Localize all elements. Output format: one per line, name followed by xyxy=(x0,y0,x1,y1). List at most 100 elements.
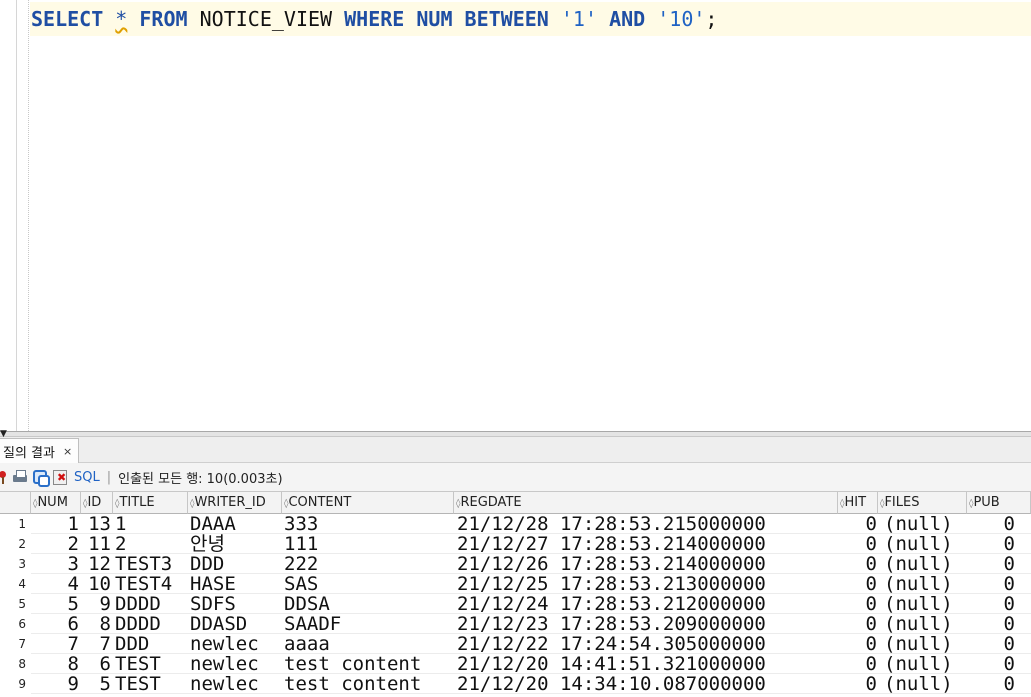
cell-id[interactable]: 5 xyxy=(81,674,111,694)
row-number[interactable]: 3 xyxy=(0,554,31,574)
cell-hit[interactable]: 0 xyxy=(838,554,877,574)
cell-title[interactable]: TEST3 xyxy=(115,554,187,574)
cell-regdate[interactable]: 21/12/28 17:28:53.215000000 xyxy=(457,514,837,534)
sql-link[interactable]: SQL xyxy=(74,470,100,485)
cell-id[interactable]: 11 xyxy=(81,534,111,554)
cell-regdate[interactable]: 21/12/24 17:28:53.212000000 xyxy=(457,594,837,614)
cell-title[interactable]: TEST4 xyxy=(115,574,187,594)
cell-num[interactable]: 9 xyxy=(31,674,79,694)
cell-regdate[interactable]: 21/12/20 14:34:10.087000000 xyxy=(457,674,837,694)
cell-pub[interactable]: 0 xyxy=(967,574,1015,594)
cell-content[interactable]: SAS xyxy=(284,574,454,594)
cell-files[interactable]: (null) xyxy=(884,574,970,594)
cell-files[interactable]: (null) xyxy=(884,514,970,534)
cell-regdate[interactable]: 21/12/20 14:41:51.321000000 xyxy=(457,654,837,674)
cell-title[interactable]: TEST xyxy=(115,654,187,674)
cell-title[interactable]: DDDD xyxy=(115,594,187,614)
cell-content[interactable]: SAADF xyxy=(284,614,454,634)
cell-title[interactable]: DDD xyxy=(115,634,187,654)
cell-num[interactable]: 7 xyxy=(31,634,79,654)
cell-content[interactable]: test content xyxy=(284,654,454,674)
cell-writer-id[interactable]: newlec xyxy=(190,634,282,654)
row-number[interactable]: 5 xyxy=(0,594,31,614)
cell-id[interactable]: 9 xyxy=(81,594,111,614)
cell-pub[interactable]: 0 xyxy=(967,534,1015,554)
cell-content[interactable]: DDSA xyxy=(284,594,454,614)
cell-pub[interactable]: 0 xyxy=(967,634,1015,654)
cell-regdate[interactable]: 21/12/27 17:28:53.214000000 xyxy=(457,534,837,554)
table-row[interactable]: 7 7 DDD newlec aaaa 21/12/22 17:24:54.3050000… xyxy=(31,634,1031,654)
cell-pub[interactable]: 0 xyxy=(967,554,1015,574)
delete-icon[interactable] xyxy=(52,469,68,485)
cell-content[interactable]: 333 xyxy=(284,514,454,534)
cell-id[interactable]: 12 xyxy=(81,554,111,574)
cell-writer-id[interactable]: 안녕 xyxy=(190,534,282,554)
row-number[interactable]: 7 xyxy=(0,634,31,654)
row-number[interactable]: 6 xyxy=(0,614,31,634)
cell-id[interactable]: 8 xyxy=(81,614,111,634)
cell-pub[interactable]: 0 xyxy=(967,654,1015,674)
cell-title[interactable]: 1 xyxy=(115,514,187,534)
column-header-content[interactable]: ◊CONTENT xyxy=(282,492,454,514)
table-row[interactable]: 2 11 2 안녕 111 21/12/27 17:28:53.214000000 0 (nu… xyxy=(31,534,1031,554)
cell-hit[interactable]: 0 xyxy=(838,654,877,674)
sql-worksheet-editor[interactable]: SELECT * FROM NOTICE_VIEW WHERE NUM BETW… xyxy=(0,0,1031,431)
cell-num[interactable]: 8 xyxy=(31,654,79,674)
cell-num[interactable]: 1 xyxy=(31,514,79,534)
refresh-icon[interactable] xyxy=(32,469,50,487)
column-header-writer-id[interactable]: ◊WRITER_ID xyxy=(188,492,282,514)
cell-hit[interactable]: 0 xyxy=(838,574,877,594)
cell-hit[interactable]: 0 xyxy=(838,594,877,614)
column-header-hit[interactable]: ◊HIT xyxy=(838,492,878,514)
table-row[interactable]: 3 12 TEST3 DDD 222 21/12/26 17:28:53.21400000… xyxy=(31,554,1031,574)
table-row[interactable]: 1 13 1 DAAA 333 21/12/28 17:28:53.215000000 0(… xyxy=(31,514,1031,534)
cell-title[interactable]: 2 xyxy=(115,534,187,554)
cell-num[interactable]: 6 xyxy=(31,614,79,634)
results-grid[interactable]: ◊NUM ◊ID ◊TITLE ◊WRITER_ID ◊CONTENT ◊REG… xyxy=(0,492,1031,697)
cell-title[interactable]: TEST xyxy=(115,674,187,694)
cell-num[interactable]: 5 xyxy=(31,594,79,614)
cell-writer-id[interactable]: SDFS xyxy=(190,594,282,614)
cell-files[interactable]: (null) xyxy=(884,594,970,614)
column-header-pub[interactable]: ◊PUB xyxy=(967,492,1031,514)
cell-writer-id[interactable]: DDASD xyxy=(190,614,282,634)
cell-hit[interactable]: 0 xyxy=(838,674,877,694)
table-row[interactable]: 8 6 TEST newlec test content 21/12/20 14:41:5… xyxy=(31,654,1031,674)
table-row[interactable]: 6 8 DDDD DDASD SAADF 21/12/23 17:28:53.209000… xyxy=(31,614,1031,634)
row-number[interactable]: 9 xyxy=(0,674,31,694)
print-icon[interactable] xyxy=(12,469,28,485)
cell-hit[interactable]: 0 xyxy=(838,514,877,534)
cell-regdate[interactable]: 21/12/22 17:24:54.305000000 xyxy=(457,634,837,654)
table-row[interactable]: 5 9 DDDD SDFS DDSA 21/12/24 17:28:53.21200000… xyxy=(31,594,1031,614)
cell-num[interactable]: 4 xyxy=(31,574,79,594)
cell-hit[interactable]: 0 xyxy=(838,634,877,654)
row-number[interactable]: 1 xyxy=(0,514,31,534)
row-number[interactable]: 8 xyxy=(0,654,31,674)
cell-content[interactable]: test content xyxy=(284,674,454,694)
cell-writer-id[interactable]: newlec xyxy=(190,654,282,674)
cell-pub[interactable]: 0 xyxy=(967,674,1015,694)
cell-files[interactable]: (null) xyxy=(884,534,970,554)
cell-regdate[interactable]: 21/12/23 17:28:53.209000000 xyxy=(457,614,837,634)
cell-pub[interactable]: 0 xyxy=(967,594,1015,614)
cell-regdate[interactable]: 21/12/26 17:28:53.214000000 xyxy=(457,554,837,574)
cell-num[interactable]: 2 xyxy=(31,534,79,554)
tab-query-result[interactable]: 질의 결과 × xyxy=(0,438,80,463)
cell-id[interactable]: 7 xyxy=(81,634,111,654)
cell-title[interactable]: DDDD xyxy=(115,614,187,634)
cell-regdate[interactable]: 21/12/25 17:28:53.213000000 xyxy=(457,574,837,594)
column-header-num[interactable]: ◊NUM xyxy=(31,492,81,514)
cell-files[interactable]: (null) xyxy=(884,614,970,634)
close-icon[interactable]: × xyxy=(63,445,72,458)
cell-files[interactable]: (null) xyxy=(884,634,970,654)
cell-pub[interactable]: 0 xyxy=(967,614,1015,634)
cell-hit[interactable]: 0 xyxy=(838,534,877,554)
cell-writer-id[interactable]: DAAA xyxy=(190,514,282,534)
cell-content[interactable]: aaaa xyxy=(284,634,454,654)
sql-statement[interactable]: SELECT * FROM NOTICE_VIEW WHERE NUM BETW… xyxy=(31,6,717,32)
column-header-title[interactable]: ◊TITLE xyxy=(113,492,188,514)
cell-writer-id[interactable]: HASE xyxy=(190,574,282,594)
cell-writer-id[interactable]: DDD xyxy=(190,554,282,574)
column-header-id[interactable]: ◊ID xyxy=(81,492,113,514)
cell-hit[interactable]: 0 xyxy=(838,614,877,634)
